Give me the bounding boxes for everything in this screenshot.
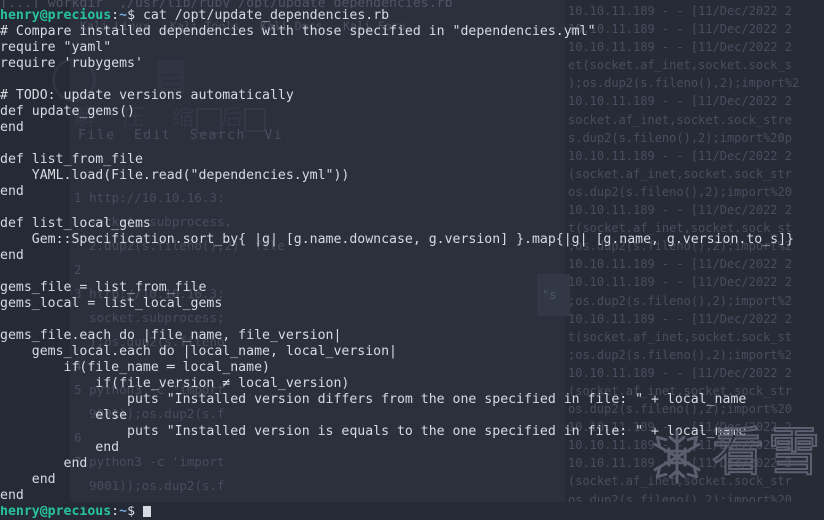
prompt-user-host: henry@precious — [0, 8, 112, 23]
code-line: def list_local_gems — [0, 216, 151, 231]
code-line: end — [0, 248, 24, 263]
bottom-command-prompt-line[interactable]: henry@precious:~$ — [0, 504, 824, 520]
code-line: YAML.load(File.read("dependencies.yml")) — [0, 168, 350, 183]
bottom-prompt-path: ~ — [119, 504, 128, 519]
code-line: gems_local.each do |local_name, local_ve… — [0, 344, 397, 359]
terminal-screen[interactable]: [...] workdir ,/usr/lib/ruby /opt/update… — [0, 0, 824, 519]
prompt-command: cat /opt/update_dependencies.rb — [135, 8, 390, 23]
code-line: puts "Installed version is equals to the… — [0, 424, 747, 439]
code-line: end — [0, 120, 24, 135]
code-line: Gem::Specification.sort_by{ |g| [g.name.… — [0, 232, 794, 247]
code-line: def list_from_file — [0, 152, 143, 167]
bottom-edge-strip — [0, 502, 824, 506]
code-line: else — [0, 408, 128, 423]
code-line: if(file_version ≠ local_version) — [0, 376, 350, 391]
code-line: gems_file = list_from_file — [0, 280, 207, 295]
code-line: puts "Installed version differs from the… — [0, 392, 747, 407]
code-line: end — [0, 472, 56, 487]
code-line: def update_gems() — [0, 104, 135, 119]
bottom-prompt-user-host: henry@precious — [0, 504, 112, 519]
bottom-prompt-separator: : — [111, 504, 120, 519]
code-line: end — [0, 440, 120, 455]
scrollback-fragment: [...] workdir ,/usr/lib/ruby /opt/update… — [0, 0, 453, 8]
code-line: gems_local = list_local_gems — [0, 296, 223, 311]
code-line: gems_file.each do |file_name, file_versi… — [0, 328, 342, 343]
prompt-symbol: $ — [127, 8, 136, 23]
code-line: end — [0, 184, 24, 199]
prompt-separator: : — [111, 8, 120, 23]
code-line: end — [0, 456, 88, 471]
code-line: require "yaml" — [0, 40, 112, 55]
prompt-path: ~ — [119, 8, 128, 23]
code-line: require 'rubygems' — [0, 56, 143, 71]
file-contents-output: # Compare installed dependencies with th… — [0, 24, 824, 504]
bottom-prompt-symbol: $ — [127, 504, 136, 519]
code-line: # Compare installed dependencies with th… — [0, 24, 596, 39]
code-line: # TODO: update versions automatically — [0, 88, 294, 103]
command-prompt-line: henry@precious:~$ cat /opt/update_depend… — [0, 8, 824, 24]
code-line: if(file_name ═ local_name) — [0, 360, 270, 375]
